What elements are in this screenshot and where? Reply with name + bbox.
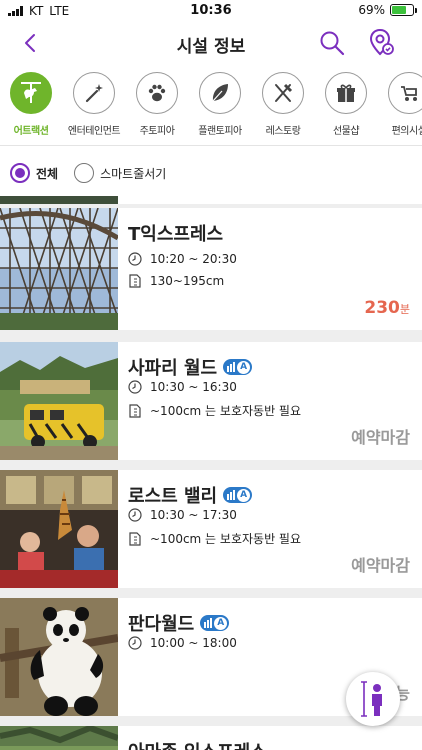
height-limit-icon xyxy=(129,531,141,546)
gift-icon xyxy=(337,84,355,102)
reservation-status: 예약마감 xyxy=(351,556,410,575)
category-tab-zootopia[interactable]: 주토피아 xyxy=(125,72,189,142)
height-person-icon xyxy=(361,681,382,717)
list-item[interactable]: 아마존 익스프레스 xyxy=(0,726,422,750)
accessibility-badge: A xyxy=(200,615,230,631)
height-limit-icon xyxy=(129,274,141,288)
list-item[interactable] xyxy=(0,196,422,204)
category-label: 플랜토피아 xyxy=(198,126,242,137)
accessibility-badge: A xyxy=(223,359,253,375)
attraction-photo xyxy=(0,208,118,330)
category-tab-plantopia[interactable]: 플랜토피아 xyxy=(188,72,252,142)
category-label: 엔터테인먼트 xyxy=(67,126,121,137)
category-tabs: 어트랙션 엔터테인먼트 주토피아 플랜토피아 레스토랑 선물샵 편의시설 xyxy=(0,72,422,142)
height-filter-button[interactable] xyxy=(346,672,400,726)
filter-smart-queue[interactable]: 스마트줄서기 xyxy=(74,163,166,183)
header: 시설 정보 xyxy=(0,24,422,62)
attraction-list: T익스프레스 10:20 ~ 20:30 130~195cm 230분 사파리 … xyxy=(0,196,422,750)
attraction-photo xyxy=(0,598,118,716)
filter-label: 스마트줄서기 xyxy=(100,166,167,181)
reservation-status: 예약마감 xyxy=(351,428,410,447)
paw-icon xyxy=(148,84,166,102)
stroller-icon xyxy=(401,86,417,101)
list-item[interactable]: 로스트 밸리 A 10:30 ~ 17:30 ~100cm 는 보호자동반 필요… xyxy=(0,470,422,588)
attraction-height: 130~195cm xyxy=(150,274,225,288)
attraction-name: 판다월드 xyxy=(128,614,195,635)
divider xyxy=(0,145,422,146)
attraction-photo xyxy=(0,342,118,460)
list-item[interactable]: 사파리 월드 A 10:30 ~ 16:30 ~100cm 는 보호자동반 필요… xyxy=(0,342,422,460)
status-bar: KT LTE 10:36 69% xyxy=(0,0,422,22)
attraction-hours: 10:20 ~ 20:30 xyxy=(150,252,237,266)
category-label: 편의시설 xyxy=(391,126,422,137)
magic-wand-icon xyxy=(85,84,103,103)
attraction-name: T익스프레스 xyxy=(128,224,224,245)
map-button[interactable] xyxy=(366,27,396,57)
category-label: 주토피아 xyxy=(139,126,175,137)
list-item[interactable]: T익스프레스 10:20 ~ 20:30 130~195cm 230분 xyxy=(0,208,422,330)
clock-icon xyxy=(128,508,142,522)
category-label: 어트랙션 xyxy=(13,126,49,137)
attraction-photo xyxy=(0,196,118,204)
category-tab-gift-shop[interactable]: 선물샵 xyxy=(314,72,378,142)
attraction-name: 로스트 밸리 xyxy=(128,486,218,507)
category-tab-amenities[interactable]: 편의시설 xyxy=(377,72,422,142)
search-button[interactable] xyxy=(318,29,346,57)
filter-row: 전체 스마트줄서기 xyxy=(0,158,422,188)
attraction-photo xyxy=(0,726,118,750)
radio-checked[interactable] xyxy=(10,163,30,183)
fork-knife-icon xyxy=(275,83,293,102)
filter-label: 전체 xyxy=(36,166,59,181)
attraction-hours: 10:30 ~ 17:30 xyxy=(150,508,237,522)
clock-icon xyxy=(128,252,142,266)
category-tab-attraction[interactable]: 어트랙션 xyxy=(0,72,63,142)
battery-percent: 69% xyxy=(358,3,385,17)
page-title: 시설 정보 xyxy=(176,37,246,57)
category-tab-entertainment[interactable]: 엔터테인먼트 xyxy=(62,72,126,142)
attraction-hours: 10:30 ~ 16:30 xyxy=(150,380,237,394)
filter-all[interactable]: 전체 xyxy=(10,163,58,183)
clock-icon xyxy=(128,636,142,650)
radio-unchecked[interactable] xyxy=(74,163,95,183)
carousel-horse-icon xyxy=(21,82,41,103)
location-pin-icon xyxy=(369,28,394,56)
category-label: 레스토랑 xyxy=(265,126,301,137)
clock-icon xyxy=(128,380,142,394)
attraction-hours: 10:00 ~ 18:00 xyxy=(150,636,237,650)
leaf-icon xyxy=(212,84,228,102)
wait-time: 230분 xyxy=(364,298,410,318)
accessibility-badge: A xyxy=(223,487,253,503)
attraction-photo xyxy=(0,470,118,588)
battery-icon xyxy=(390,4,417,16)
category-label: 선물샵 xyxy=(332,126,360,137)
category-tab-restaurant[interactable]: 레스토랑 xyxy=(251,72,315,142)
attraction-height: ~100cm 는 보호자동반 필요 xyxy=(150,404,302,418)
attraction-name: 사파리 월드 xyxy=(128,358,218,379)
height-limit-icon xyxy=(129,403,141,418)
attraction-height: ~100cm 는 보호자동반 필요 xyxy=(150,532,302,546)
search-icon xyxy=(320,31,345,56)
attraction-name: 아마존 익스프레스 xyxy=(128,738,267,750)
